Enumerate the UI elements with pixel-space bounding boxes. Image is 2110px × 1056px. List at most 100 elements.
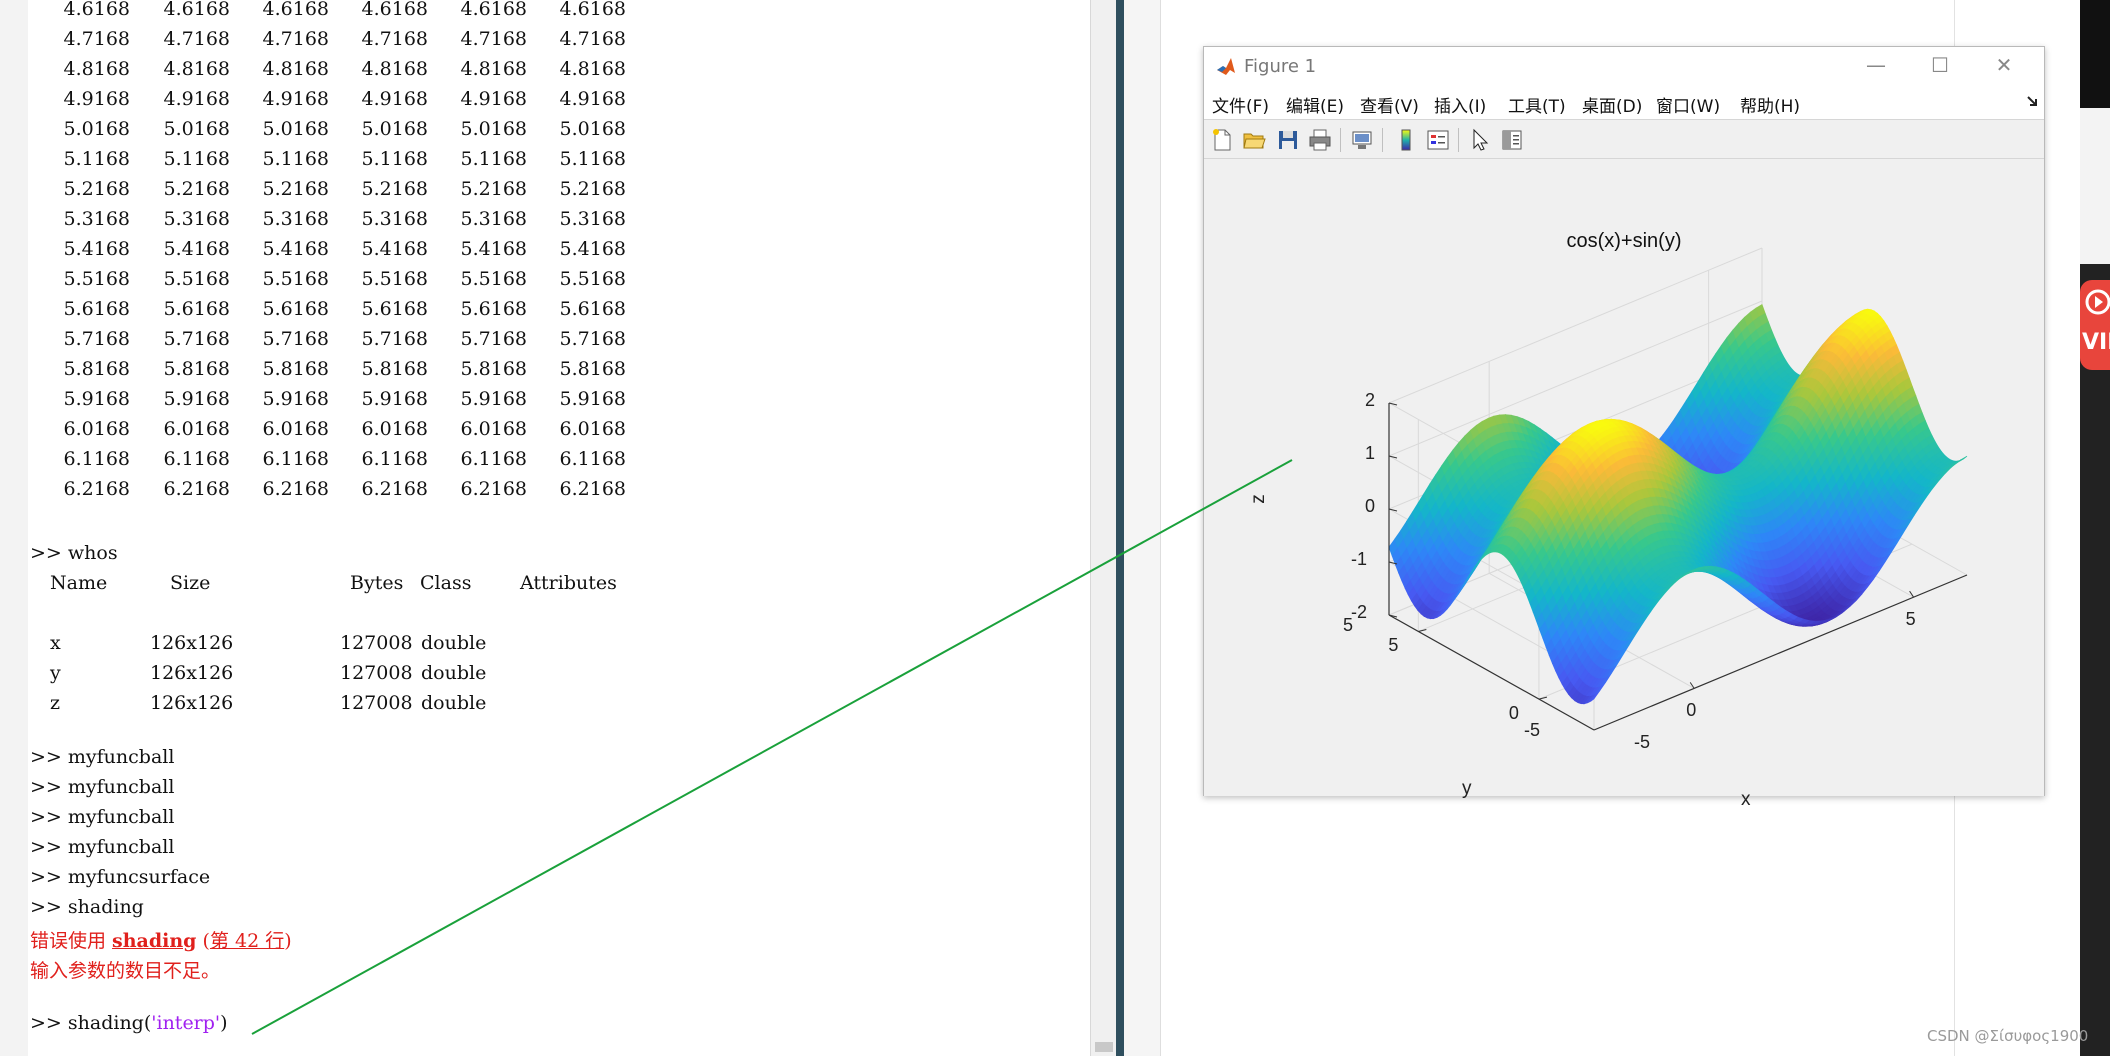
matrix-cell: 5.8168 xyxy=(63,358,130,380)
command-line: >> myfuncball xyxy=(30,806,174,836)
menu-item[interactable]: 窗口(W) xyxy=(1656,92,1720,117)
matrix-cell: 5.2168 xyxy=(163,178,230,200)
matrix-cell: 4.8168 xyxy=(163,58,230,80)
save-icon[interactable] xyxy=(1276,128,1300,152)
maximize-button[interactable]: ☐ xyxy=(1908,47,1972,85)
matrix-cell: 5.7168 xyxy=(559,328,626,350)
scrollbar-thumb[interactable] xyxy=(1095,1042,1113,1052)
prompt: >> xyxy=(30,542,62,564)
matrix-cell: 6.1168 xyxy=(460,448,527,470)
matrix-cell: 5.4168 xyxy=(361,238,428,260)
new-figure-icon[interactable] xyxy=(1210,128,1234,152)
matrix-cell: 4.9168 xyxy=(460,88,527,110)
matrix-cell: 6.2168 xyxy=(559,478,626,500)
figure-titlebar[interactable]: Figure 1 — ☐ ✕ xyxy=(1204,47,2044,85)
prompt: >> xyxy=(30,806,62,828)
pane-splitter[interactable] xyxy=(1116,0,1124,1056)
whos-cell-name: z xyxy=(50,692,61,714)
error-function-link[interactable]: shading xyxy=(112,930,196,952)
matrix-cell: 4.6168 xyxy=(361,0,428,20)
link-plot-icon[interactable] xyxy=(1350,128,1374,152)
close-button[interactable]: ✕ xyxy=(1972,47,2036,85)
matrix-cell: 6.2168 xyxy=(361,478,428,500)
menu-item[interactable]: 插入(I) xyxy=(1434,92,1486,117)
menu-item[interactable]: 桌面(D) xyxy=(1582,92,1642,117)
colorbar-icon[interactable] xyxy=(1394,128,1418,152)
vip-badge-icon[interactable]: VIP xyxy=(2080,280,2110,370)
matrix-cell: 5.3168 xyxy=(559,208,626,230)
menu-item[interactable]: 查看(V) xyxy=(1360,92,1419,117)
error-ref-close: ) xyxy=(284,930,292,952)
z-tick-label: 0 xyxy=(1365,496,1376,516)
matrix-cell: 5.6168 xyxy=(559,298,626,320)
command-window[interactable]: 4.6168 4.6168 4.6168 4.6168 4.6168 4.6168 4.71… xyxy=(0,0,1090,1056)
toolbar-separator xyxy=(1382,128,1383,152)
menu-item[interactable]: 编辑(E) xyxy=(1286,92,1344,117)
y-tick-label: 0 xyxy=(1508,703,1519,724)
error-message: 输入参数的数目不足。 xyxy=(30,960,221,982)
matrix-cell: 5.8168 xyxy=(460,358,527,380)
command-text: myfuncball xyxy=(67,806,175,828)
matrix-cell: 5.8168 xyxy=(163,358,230,380)
figure-menubar: 文件(F) 编辑(E) 查看(V) 插入(I) 工具(T) 桌面(D) 窗口(W) 帮助(H) xyxy=(1204,85,2044,119)
side-strip-top xyxy=(2080,0,2110,108)
matrix-cell: 4.6168 xyxy=(559,0,626,20)
matrix-cell: 4.9168 xyxy=(163,88,230,110)
open-file-icon[interactable] xyxy=(1242,128,1266,152)
matrix-cell: 5.9168 xyxy=(559,388,626,410)
matrix-cell: 5.4168 xyxy=(63,238,130,260)
matrix-cell: 4.6168 xyxy=(63,0,130,20)
matrix-cell: 5.0168 xyxy=(460,118,527,140)
matrix-cell: 4.6168 xyxy=(460,0,527,20)
matrix-cell: 6.0168 xyxy=(262,418,329,440)
surface-plot[interactable] xyxy=(1204,160,2044,796)
command-text: whos xyxy=(67,542,118,564)
menu-item[interactable]: 工具(T) xyxy=(1508,92,1566,117)
figure-canvas[interactable]: cos(x)+sin(y) z y x -2 -1 0 1 2 0 5 -5 0 5 -5 5 xyxy=(1204,160,2044,810)
minimize-button[interactable]: — xyxy=(1844,47,1908,85)
matrix-cell: 4.9168 xyxy=(361,88,428,110)
string-literal: 'interp' xyxy=(151,1012,221,1034)
matrix-cell: 6.1168 xyxy=(262,448,329,470)
matrix-cell: 6.0168 xyxy=(460,418,527,440)
matrix-cell: 5.2168 xyxy=(460,178,527,200)
command-line: >> myfuncball xyxy=(30,836,174,866)
whos-header-cell: Name xyxy=(50,572,108,594)
matrix-cell: 6.2168 xyxy=(460,478,527,500)
watermark: CSDN @Σίσυφος1900 xyxy=(1927,1027,2089,1045)
menu-item[interactable]: 文件(F) xyxy=(1212,92,1269,117)
command-text: myfuncball xyxy=(67,746,175,768)
matrix-cell: 5.3168 xyxy=(262,208,329,230)
select-arrow-icon[interactable] xyxy=(1468,128,1492,152)
matrix-cell: 5.6168 xyxy=(361,298,428,320)
matrix-cell: 5.5168 xyxy=(361,268,428,290)
print-icon[interactable] xyxy=(1308,128,1332,152)
matrix-cell: 5.0168 xyxy=(163,118,230,140)
command-line: >> shading xyxy=(30,896,144,926)
command-window-scrollbar[interactable] xyxy=(1090,0,1116,1056)
figure-window[interactable]: Figure 1 — ☐ ✕ 文件(F) 编辑(E) 查看(V) 插入(I) 工具(T)… xyxy=(1203,46,2045,810)
matrix-cell: 6.2168 xyxy=(163,478,230,500)
property-inspector-icon[interactable] xyxy=(1500,128,1524,152)
legend-icon[interactable] xyxy=(1426,128,1450,152)
matrix-cell: 5.4168 xyxy=(163,238,230,260)
command-line: >> myfuncsurface xyxy=(30,866,210,896)
matrix-cell: 5.3168 xyxy=(63,208,130,230)
matrix-cell: 5.9168 xyxy=(163,388,230,410)
matrix-cell: 5.3168 xyxy=(163,208,230,230)
matrix-cell: 5.4168 xyxy=(262,238,329,260)
matrix-cell: 5.3168 xyxy=(361,208,428,230)
figure-toolbar xyxy=(1204,119,2044,159)
matrix-cell: 6.1168 xyxy=(63,448,130,470)
command-window-text[interactable]: 4.6168 4.6168 4.6168 4.6168 4.6168 4.6168 4.71… xyxy=(30,0,1080,1056)
dock-arrow-icon[interactable] xyxy=(2026,95,2038,107)
matrix-cell: 6.2168 xyxy=(63,478,130,500)
error-line-link[interactable]: 第 42 行 xyxy=(210,930,284,952)
z-tick-label: 2 xyxy=(1365,390,1376,410)
matrix-cell: 4.9168 xyxy=(559,88,626,110)
whos-cell-class: double xyxy=(421,662,487,684)
matrix-cell: 5.0168 xyxy=(559,118,626,140)
matrix-cell: 6.0168 xyxy=(361,418,428,440)
menu-item[interactable]: 帮助(H) xyxy=(1740,92,1800,117)
prompt: >> xyxy=(30,896,62,918)
